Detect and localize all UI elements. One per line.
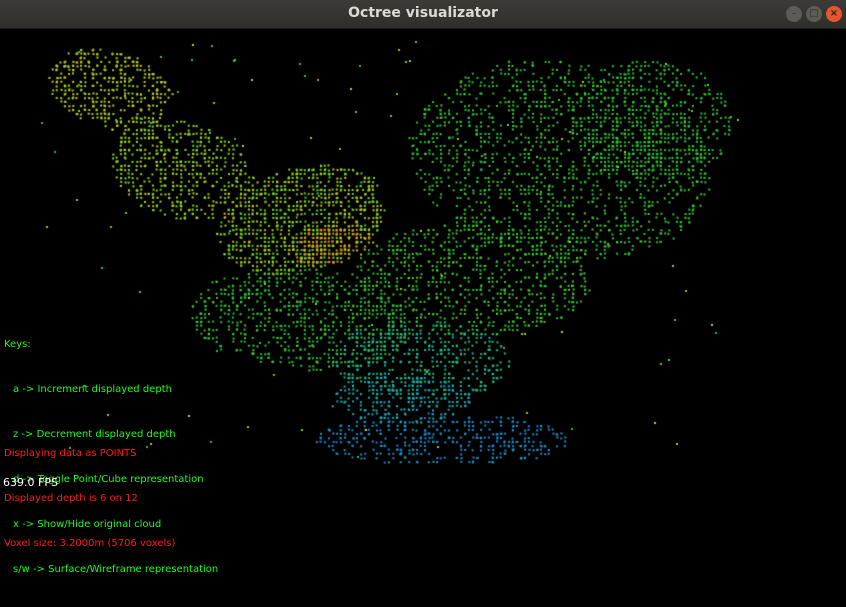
voxel-size-text: Voxel size: 3.2000m (5706 voxels) xyxy=(4,538,176,549)
key-hint-increment: a -> Increment displayed depth xyxy=(13,384,172,395)
window-title: Octree visualizator xyxy=(348,5,498,21)
depth-text: Displayed depth is 6 on 12 xyxy=(4,493,138,504)
3d-viewport[interactable]: Keys: a -> Increment displayed depth z -… xyxy=(0,29,846,575)
maximize-button[interactable]: □ xyxy=(806,6,822,22)
close-icon: × xyxy=(829,8,839,19)
window-titlebar[interactable]: Octree visualizator – □ × xyxy=(0,0,846,29)
close-button[interactable]: × xyxy=(826,6,842,22)
maximize-icon: □ xyxy=(809,8,819,19)
display-mode-text: Displaying data as POINTS xyxy=(4,448,137,459)
fps-counter: 639.0 FPS xyxy=(3,476,58,489)
status-panel: Displaying data as POINTS Displayed dept… xyxy=(4,416,175,581)
minimize-icon: – xyxy=(791,8,797,19)
keys-heading: Keys: xyxy=(4,339,31,350)
minimize-button[interactable]: – xyxy=(786,6,802,22)
